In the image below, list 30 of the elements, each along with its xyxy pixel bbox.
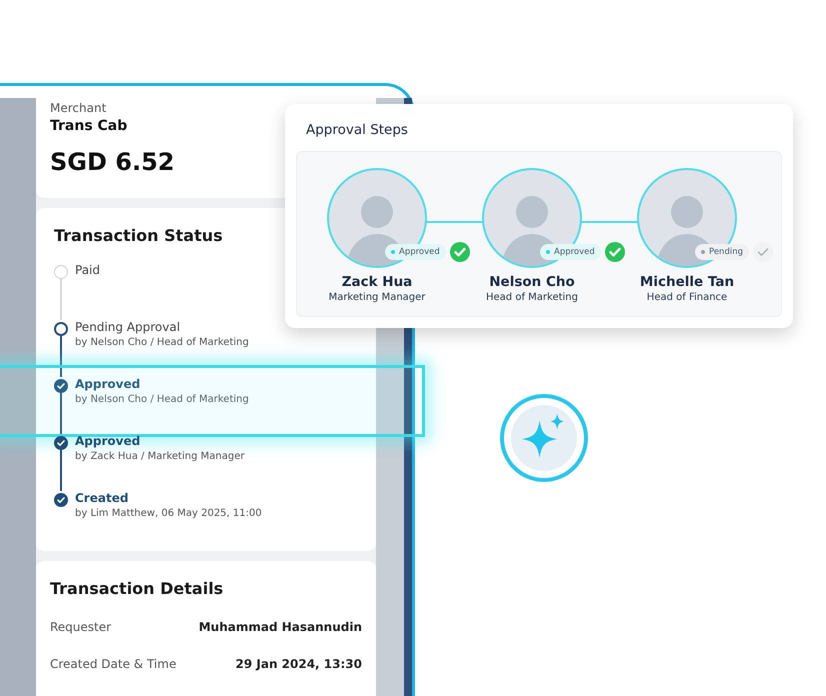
card-title: Approval Steps bbox=[306, 122, 409, 138]
approver-name: Zack Hua bbox=[342, 274, 412, 290]
merchant-name: Trans Cab bbox=[50, 118, 128, 134]
card-title: Transaction Status bbox=[54, 226, 223, 245]
card-title: Transaction Details bbox=[50, 579, 224, 598]
step-title: Created bbox=[75, 491, 130, 505]
detail-label: Requester bbox=[50, 620, 112, 634]
approver-name: Michelle Tan bbox=[640, 274, 734, 290]
merchant-label: Merchant bbox=[50, 101, 106, 115]
step-title: Approved bbox=[75, 377, 142, 391]
check-circle-icon bbox=[54, 493, 68, 507]
step-title: Approved bbox=[75, 434, 142, 448]
step-title: Paid bbox=[75, 263, 100, 277]
approver-name: Nelson Cho bbox=[489, 274, 575, 290]
detail-label: Created Date & Time bbox=[50, 657, 176, 671]
detail-value: 29 Jan 2024, 13:30 bbox=[236, 657, 362, 671]
status-badge: Approved bbox=[540, 244, 601, 260]
approver-role: Head of Marketing bbox=[486, 292, 578, 303]
sparkle-icon bbox=[511, 405, 577, 471]
step-detail: by Lim Matthew, 06 May 2025, 11:00 bbox=[75, 508, 262, 519]
amount: SGD 6.52 bbox=[50, 148, 174, 176]
approver-role: Head of Finance bbox=[646, 292, 728, 303]
approver-role: Marketing Manager bbox=[328, 292, 426, 303]
step-detail: by Zack Hua / Marketing Manager bbox=[75, 451, 244, 462]
step-detail: by Nelson Cho / Head of Marketing bbox=[75, 394, 249, 405]
detail-value: Muhammad Hasannudin bbox=[198, 620, 362, 634]
step-detail: by Nelson Cho / Head of Marketing bbox=[75, 337, 249, 348]
status-badge: Approved bbox=[385, 244, 446, 260]
status-badge: Pending bbox=[695, 244, 749, 260]
step-title: Pending Approval bbox=[75, 320, 182, 334]
